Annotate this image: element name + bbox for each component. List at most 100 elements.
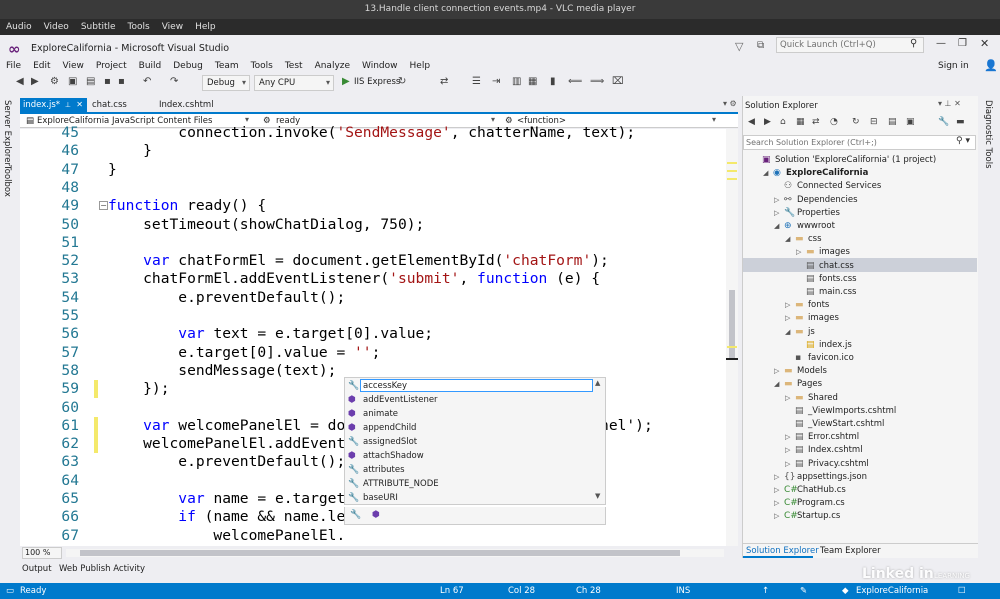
intellisense-item[interactable]: 🔧 baseURI xyxy=(348,491,588,505)
menu-view[interactable]: View xyxy=(63,61,84,71)
expand-icon[interactable]: ▷ xyxy=(785,444,794,457)
intellisense-item[interactable]: 🔧 accessKey xyxy=(348,379,588,393)
comment-icon[interactable]: ▥ xyxy=(512,76,521,87)
search-icon[interactable]: ⚲ ▾ xyxy=(956,136,970,146)
property-filter-icon[interactable]: 🔧 xyxy=(350,510,361,520)
forward-icon[interactable]: ▶ xyxy=(31,76,39,87)
vlc-menu-audio[interactable]: Audio xyxy=(6,22,32,32)
collapse-icon[interactable]: ◢ xyxy=(785,326,794,339)
solution-config-icon[interactable]: ⚙ xyxy=(50,76,59,87)
collapse-icon[interactable]: ◢ xyxy=(774,378,783,391)
fold-toggle-icon[interactable]: − xyxy=(99,201,108,211)
intellisense-item[interactable]: 🔧 attributes xyxy=(348,463,588,477)
collapse-icon[interactable]: ◢ xyxy=(774,220,783,233)
open-folder-icon[interactable]: ▤ xyxy=(86,76,95,87)
start-debug-icon[interactable]: ▶ xyxy=(342,76,350,87)
switch-view-icon[interactable]: ▦ xyxy=(796,117,805,127)
prev-bookmark-icon[interactable]: ⟸ xyxy=(568,76,582,87)
back-icon[interactable]: ◀ xyxy=(16,76,24,87)
tree-item[interactable]: ▤ main.css xyxy=(796,286,972,299)
tab-overflow-icon[interactable]: ▾ ⚙ xyxy=(723,99,737,108)
close-tab-icon[interactable]: ✕ xyxy=(76,98,83,112)
tree-item[interactable]: ▷ C# Startup.cs xyxy=(774,510,972,523)
diagnostic-tools-tab[interactable]: Diagnostic Tools xyxy=(983,100,993,169)
vlc-menu-tools[interactable]: Tools xyxy=(128,22,150,32)
expand-icon[interactable]: ▷ xyxy=(774,484,783,497)
menu-build[interactable]: Build xyxy=(139,61,162,71)
expand-icon[interactable]: ▷ xyxy=(774,510,783,523)
vlc-menu-view[interactable]: View xyxy=(162,22,183,32)
collapse-all-icon[interactable]: ⊟ xyxy=(870,117,878,127)
tree-item[interactable]: ▷ ▬ images xyxy=(796,246,972,259)
maximize-icon[interactable]: ❐ xyxy=(958,38,967,49)
tab-index-cshtml[interactable]: Index.cshtml xyxy=(159,98,214,112)
menu-analyze[interactable]: Analyze xyxy=(315,61,350,71)
tree-item[interactable]: ⚇ Connected Services xyxy=(774,180,972,193)
intellisense-scrollbar[interactable]: ▲ ▼ xyxy=(595,379,604,503)
expand-icon[interactable]: ▷ xyxy=(774,207,783,220)
tree-item[interactable]: ▷ 🔧 Properties xyxy=(774,207,972,220)
next-bookmark-icon[interactable]: ⟹ xyxy=(590,76,604,87)
pending-changes-icon[interactable]: ◔ xyxy=(830,117,838,127)
home-icon[interactable]: ⌂ xyxy=(780,117,786,127)
method-filter-icon[interactable]: ⬢ xyxy=(372,510,380,520)
menu-test[interactable]: Test xyxy=(285,61,303,71)
menu-help[interactable]: Help xyxy=(410,61,431,71)
expand-icon[interactable]: ▷ xyxy=(785,299,794,312)
tab-index-js[interactable]: index.js* ⊥ ✕ xyxy=(20,98,87,113)
tree-item[interactable]: ▷ ▬ images xyxy=(785,312,972,325)
intellisense-item[interactable]: ⬢ animate xyxy=(348,407,588,421)
intellisense-item[interactable]: ⬢ appendChild xyxy=(348,421,588,435)
intellisense-item[interactable]: 🔧 ATTRIBUTE_NODE xyxy=(348,477,588,491)
tree-item[interactable]: ◢ ▬ css xyxy=(785,233,972,246)
tree-item[interactable]: ◢ ▬ Pages xyxy=(774,378,972,391)
tree-item[interactable]: ▷ ▤ Index.cshtml xyxy=(785,444,972,457)
menu-edit[interactable]: Edit xyxy=(33,61,50,71)
expand-icon[interactable]: ▷ xyxy=(785,431,794,444)
scroll-down-icon[interactable]: ▼ xyxy=(595,492,600,500)
expand-icon[interactable]: ▷ xyxy=(774,497,783,510)
scrollbar-thumb[interactable] xyxy=(80,550,680,556)
minimize-panel-icon[interactable]: ▬ xyxy=(956,117,965,127)
undo-icon[interactable]: ↶ xyxy=(143,76,151,87)
config-dropdown[interactable]: Debug xyxy=(202,75,250,91)
indent-icon[interactable]: ⇥ xyxy=(492,76,500,87)
platform-dropdown[interactable]: Any CPU xyxy=(254,75,334,91)
chevron-down-icon[interactable]: ▾ xyxy=(245,115,249,124)
scroll-up-icon[interactable]: ▲ xyxy=(595,379,600,387)
tree-item[interactable]: ▷ ▬ fonts xyxy=(785,299,972,312)
intellisense-item[interactable]: 🔧 assignedSlot xyxy=(348,435,588,449)
expand-icon[interactable]: ▷ xyxy=(774,365,783,378)
server-explorer-tab[interactable]: Server Explorer xyxy=(2,100,12,166)
vlc-menu-help[interactable]: Help xyxy=(195,22,216,32)
sync-icon[interactable]: ⇄ xyxy=(812,117,820,127)
tree-item[interactable]: ▷ ▬ Shared xyxy=(785,392,972,405)
refresh-icon[interactable]: ↻ xyxy=(398,76,406,87)
se-back-icon[interactable]: ◀ xyxy=(748,117,755,127)
pencil-icon[interactable]: ✎ xyxy=(800,586,807,596)
tree-item[interactable]: ▷ C# ChatHub.cs xyxy=(774,484,972,497)
uncomment-icon[interactable]: ▦ xyxy=(528,76,537,87)
menu-debug[interactable]: Debug xyxy=(173,61,203,71)
redo-icon[interactable]: ↷ xyxy=(170,76,178,87)
web-publish-tab[interactable]: Web Publish Activity xyxy=(59,564,145,574)
tree-item[interactable]: ▣ Solution 'ExploreCalifornia' (1 project… xyxy=(752,154,972,167)
pin-icon[interactable]: ⊥ xyxy=(65,98,71,112)
feedback-icon[interactable]: ⧉ xyxy=(757,40,764,51)
menu-team[interactable]: Team xyxy=(215,61,239,71)
output-tab[interactable]: Output xyxy=(22,564,52,574)
tree-item[interactable]: ▤ index.js xyxy=(796,339,972,352)
tree-item[interactable]: ▪ favicon.ico xyxy=(785,352,972,365)
tree-item[interactable]: ◢ ◉ ExploreCalifornia xyxy=(763,167,972,180)
notification-filter-icon[interactable]: ▽ xyxy=(735,40,743,53)
refresh-icon[interactable]: ↻ xyxy=(852,117,860,127)
new-project-icon[interactable]: ▣ xyxy=(68,76,77,87)
preview-icon[interactable]: ▣ xyxy=(906,117,915,127)
tree-item[interactable]: ▷ ▬ Models xyxy=(774,365,972,378)
search-icon[interactable]: ⚲ xyxy=(910,38,917,49)
bookmark-icon[interactable]: ▮ xyxy=(550,76,556,87)
notifications-icon[interactable]: ☐ xyxy=(958,586,966,596)
repo-icon[interactable]: ◆ xyxy=(842,586,849,596)
expand-icon[interactable]: ▷ xyxy=(774,194,783,207)
intellisense-item[interactable]: ⬢ attachShadow xyxy=(348,449,588,463)
